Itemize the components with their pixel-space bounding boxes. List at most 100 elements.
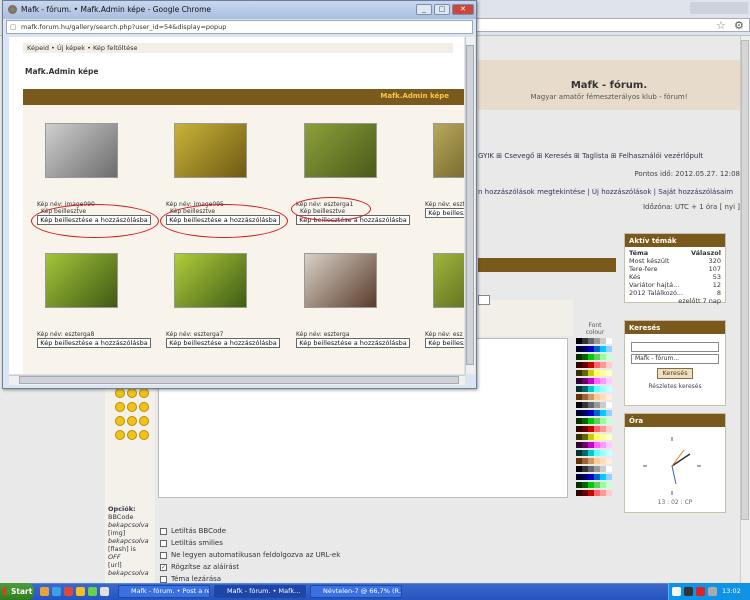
color-swatch[interactable] [606, 474, 612, 480]
color-swatch[interactable] [606, 466, 612, 472]
color-swatch[interactable] [606, 362, 612, 368]
color-swatch[interactable] [606, 378, 612, 384]
insert-image-button[interactable]: Kép beillesztése a hozzászólásba [425, 208, 464, 218]
popup-horizontal-scrollbar-thumb[interactable] [19, 376, 459, 384]
gallery-thumbnail[interactable] [304, 253, 377, 308]
bookmark-star-icon[interactable]: ☆ [716, 19, 726, 32]
page-scrollbar-thumb[interactable] [741, 40, 749, 520]
smiley-icon[interactable] [127, 430, 137, 440]
quicklaunch-icon[interactable] [64, 587, 73, 596]
smiley-icon[interactable] [115, 430, 125, 440]
quicklaunch-icon[interactable] [76, 587, 85, 596]
post-links[interactable]: n hozzászólások megtekintése | Új hozzás… [478, 188, 740, 196]
option-line[interactable]: [flash] is [108, 545, 156, 553]
color-swatch[interactable] [606, 354, 612, 360]
active-topics-box: Aktív témák Téma Válaszol Most készült 320… [624, 233, 726, 305]
insert-image-button[interactable]: Kép beillesztése a hozzászólásba [296, 338, 410, 348]
color-swatch[interactable] [606, 370, 612, 376]
gallery-thumbnail[interactable] [45, 253, 118, 308]
breadcrumb[interactable]: Képeid • Új képek • Kép feltöltése [23, 43, 453, 53]
color-swatch[interactable] [606, 426, 612, 432]
checkbox-attach-signature[interactable]: ✓ Rögzítse az aláírást [160, 563, 239, 571]
color-swatch[interactable] [606, 394, 612, 400]
smiley-icon[interactable] [115, 402, 125, 412]
search-box-title: Keresés [625, 321, 725, 334]
insert-image-button[interactable]: Kép beillesztése a hozzászólásba [37, 338, 151, 348]
checkbox-disable-smilies[interactable]: Letiltás smilies [160, 539, 223, 547]
color-swatch[interactable] [606, 386, 612, 392]
tray-icon[interactable] [684, 587, 693, 596]
smiley-icon[interactable] [127, 402, 137, 412]
tray-icon[interactable] [696, 587, 705, 596]
chrome-icon [8, 5, 17, 14]
smiley-icon[interactable] [115, 388, 125, 398]
quicklaunch-icon[interactable] [52, 587, 61, 596]
checkbox-disable-urls[interactable]: Ne legyen automatikusan feldolgozva az U… [160, 551, 340, 559]
color-swatch[interactable] [606, 402, 612, 408]
search-button[interactable]: Keresés [657, 368, 693, 379]
wrench-icon[interactable]: ⚙ [734, 19, 744, 32]
gallery-thumbnail[interactable] [433, 123, 464, 178]
list-item[interactable]: 2012 Találkozó... 8 [625, 289, 725, 297]
smiley-icon[interactable] [139, 388, 149, 398]
background-address-bar[interactable] [470, 18, 750, 32]
option-line[interactable]: [img] [108, 529, 156, 537]
quicklaunch-icon[interactable] [88, 587, 97, 596]
quicklaunch-icon[interactable] [40, 587, 49, 596]
insert-image-button[interactable]: Kép beillesztése a hozzászólásba [425, 338, 464, 348]
gallery-thumbnail[interactable] [174, 253, 247, 308]
search-input[interactable] [631, 342, 719, 352]
color-swatch[interactable] [606, 410, 612, 416]
list-item[interactable]: Tere-fere 107 [625, 265, 725, 273]
popup-url-text[interactable]: mafk.forum.hu/gallery/search.php?user_id… [21, 23, 226, 31]
color-swatch[interactable] [606, 418, 612, 424]
timezone-label: Időzóna: UTC + 1 óra [ nyi ] [642, 203, 740, 211]
smiley-panel[interactable] [114, 387, 150, 441]
list-item[interactable]: Variátor hajtá... 12 [625, 281, 725, 289]
tray-icon[interactable] [672, 587, 681, 596]
close-button[interactable]: ✕ [452, 4, 474, 15]
minimize-button[interactable]: _ [416, 4, 432, 15]
gallery-thumbnail[interactable] [174, 123, 247, 178]
tray-icon[interactable] [708, 587, 717, 596]
option-line[interactable]: [url] [108, 561, 156, 569]
post-header-bar [478, 258, 616, 272]
smiley-icon[interactable] [127, 416, 137, 426]
site-nav[interactable]: GYIK ⊞ Csevegő ⊞ Keresés ⊞ Taglista ⊞ Fe… [478, 152, 740, 164]
smiley-icon[interactable] [139, 416, 149, 426]
smiley-icon[interactable] [127, 388, 137, 398]
maximize-button[interactable]: □ [434, 4, 450, 15]
insert-image-button[interactable]: Kép beillesztése a hozzászólásba [166, 338, 280, 348]
checkbox-disable-bbcode[interactable]: Letiltás BBCode [160, 527, 226, 535]
gallery-thumbnail[interactable] [45, 123, 118, 178]
image-name-label: Kép név: eszterga8 [37, 331, 95, 338]
search-box: Keresés Mafk - fórum... Keresés Részlete… [624, 320, 726, 406]
popup-vertical-scrollbar-thumb[interactable] [466, 45, 474, 365]
color-swatch[interactable] [606, 482, 612, 488]
smiley-icon[interactable] [139, 430, 149, 440]
color-palette[interactable] [576, 338, 612, 496]
color-swatch[interactable] [606, 338, 612, 344]
color-swatch[interactable] [606, 346, 612, 352]
taskbar-item[interactable]: Mafk - fórum. • Mafk... [214, 585, 306, 598]
forum-select[interactable]: Mafk - fórum... [631, 354, 719, 364]
taskbar-item[interactable]: Névtelen-7 @ 66,7% (R... [310, 585, 402, 598]
checkbox-lock-topic[interactable]: Téma lezárása [160, 575, 221, 583]
quicklaunch-icon[interactable] [100, 587, 109, 596]
smiley-icon[interactable] [115, 416, 125, 426]
size-select[interactable] [478, 295, 490, 305]
color-swatch[interactable] [606, 458, 612, 464]
color-swatch[interactable] [606, 442, 612, 448]
gallery-thumbnail[interactable] [433, 253, 464, 308]
gallery-thumbnail[interactable] [304, 123, 377, 178]
background-window-buttons[interactable] [690, 2, 748, 14]
color-swatch[interactable] [606, 450, 612, 456]
taskbar-item[interactable]: Mafk - fórum. • Post a re... [118, 585, 210, 598]
option-line[interactable]: BBCode [108, 513, 156, 521]
smiley-icon[interactable] [139, 402, 149, 412]
color-swatch[interactable] [606, 490, 612, 496]
advanced-search-link[interactable]: Részletes keresés [625, 383, 725, 390]
list-item[interactable]: Most készült 320 [625, 257, 725, 265]
color-swatch[interactable] [606, 434, 612, 440]
list-item[interactable]: Kés 53 [625, 273, 725, 281]
